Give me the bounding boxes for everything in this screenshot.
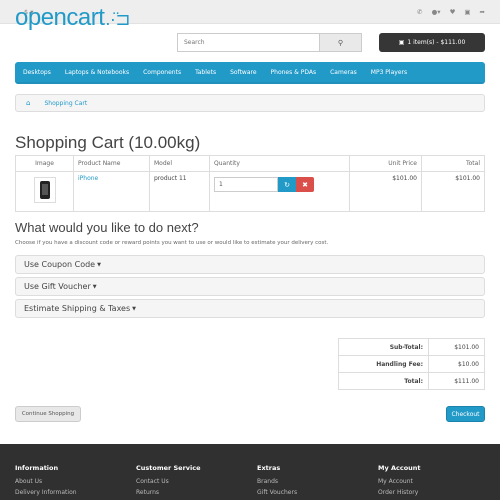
panel-title: Use Coupon Code <box>24 260 96 269</box>
total-label: Total: <box>338 372 429 390</box>
footer-link[interactable]: Delivery Information <box>15 489 77 496</box>
cart-table: Image Product Name Model Quantity Unit P… <box>15 155 485 212</box>
logo-text: opencart <box>15 4 105 31</box>
cart-button[interactable]: ▣ 1 item(s) - $111.00 <box>379 33 485 52</box>
menu-item-tablets[interactable]: Tablets <box>195 69 216 76</box>
footer-column-customer-service: Customer Service Contact Us Returns <box>136 464 201 500</box>
cart-icon[interactable]: ▣ <box>464 8 470 16</box>
cell-image <box>15 171 74 212</box>
next-steps-title: What would you like to do next? <box>15 220 199 235</box>
search-bar: ⚲ <box>177 33 362 52</box>
cell-model: product 11 <box>149 171 210 212</box>
search-icon: ⚲ <box>337 38 344 47</box>
cell-unit-price: $101.00 <box>349 171 422 212</box>
close-icon: ✖ <box>302 180 308 189</box>
cell-product-name: iPhone <box>73 171 150 212</box>
panel-title: Use Gift Voucher <box>24 282 91 291</box>
footer-link[interactable]: My Account <box>378 478 421 485</box>
table-header-row: Image Product Name Model Quantity Unit P… <box>15 155 485 172</box>
handling-fee-value: $10.00 <box>428 355 485 373</box>
footer-heading: Extras <box>257 464 281 472</box>
footer-column-extras: Extras Brands Gift Vouchers <box>257 464 297 500</box>
col-quantity: Quantity <box>209 155 350 172</box>
col-total: Total <box>421 155 485 172</box>
footer-heading: My Account <box>378 464 421 472</box>
menu-item-cameras[interactable]: Cameras <box>330 69 357 76</box>
totals-row: Total: $111.00 <box>338 372 485 390</box>
footer-link[interactable]: Contact Us <box>136 478 201 485</box>
table-row: iPhone product 11 ↻ ✖ $101.00 $101.00 <box>15 171 485 212</box>
coupon-panel-toggle[interactable]: Use Coupon Code ▼ <box>15 255 485 274</box>
cart-logo-icon: .·̈⊐ <box>105 9 130 29</box>
breadcrumb-shopping-cart[interactable]: Shopping Cart <box>44 100 87 107</box>
search-button[interactable]: ⚲ <box>319 34 361 51</box>
cell-quantity: ↻ ✖ <box>209 171 350 212</box>
subtotal-value: $101.00 <box>428 338 485 356</box>
totals-table: Sub-Total: $101.00 Handling Fee: $10.00 … <box>338 338 485 390</box>
main-menu: Desktops Laptops & Notebooks Components … <box>15 62 485 84</box>
cell-total: $101.00 <box>421 171 485 212</box>
footer-heading: Customer Service <box>136 464 201 472</box>
update-button[interactable]: ↻ <box>278 177 296 192</box>
totals-row: Sub-Total: $101.00 <box>338 338 485 356</box>
checkout-button[interactable]: Checkout <box>446 406 485 422</box>
cart-button-label: 1 item(s) - $111.00 <box>407 39 466 46</box>
quantity-group: ↻ ✖ <box>214 177 345 192</box>
panel-title: Estimate Shipping & Taxes <box>24 304 131 313</box>
user-icon[interactable]: ●▾ <box>432 8 441 16</box>
col-image: Image <box>15 155 74 172</box>
search-input[interactable] <box>178 34 319 51</box>
menu-item-phones[interactable]: Phones & PDAs <box>271 69 317 76</box>
footer-link[interactable]: Gift Vouchers <box>257 489 297 496</box>
phone-icon[interactable]: ✆ <box>417 8 422 16</box>
subtotal-label: Sub-Total: <box>338 338 429 356</box>
product-link[interactable]: iPhone <box>78 175 98 182</box>
footer-link[interactable]: Brands <box>257 478 297 485</box>
col-model: Model <box>149 155 210 172</box>
menu-item-mp3[interactable]: MP3 Players <box>371 69 407 76</box>
remove-button[interactable]: ✖ <box>296 177 314 192</box>
handling-fee-label: Handling Fee: <box>338 355 429 373</box>
menu-item-laptops[interactable]: Laptops & Notebooks <box>65 69 129 76</box>
footer: Information About Us Delivery Informatio… <box>0 444 500 500</box>
menu-item-software[interactable]: Software <box>230 69 256 76</box>
home-icon[interactable]: ⌂ <box>26 99 30 107</box>
caret-down-icon: ▼ <box>132 305 137 312</box>
total-value: $111.00 <box>428 372 485 390</box>
logo[interactable]: opencart.·̈⊐ <box>15 4 130 32</box>
shipping-panel-toggle[interactable]: Estimate Shipping & Taxes ▼ <box>15 299 485 318</box>
menu-item-desktops[interactable]: Desktops <box>23 69 51 76</box>
refresh-icon: ↻ <box>284 180 290 189</box>
caret-down-icon: ▼ <box>97 261 101 268</box>
breadcrumb: ⌂ Shopping Cart <box>15 94 485 112</box>
footer-link[interactable]: About Us <box>15 478 77 485</box>
next-steps-description: Choose if you have a discount code or re… <box>15 240 329 246</box>
footer-heading: Information <box>15 464 59 472</box>
product-thumbnail[interactable] <box>33 177 56 203</box>
menu-item-components[interactable]: Components <box>143 69 181 76</box>
heart-icon[interactable]: ♥ <box>450 8 456 16</box>
footer-link[interactable]: Order History <box>378 489 421 496</box>
quantity-input[interactable] <box>214 177 278 192</box>
footer-column-information: Information About Us Delivery Informatio… <box>15 464 77 500</box>
cart-icon: ▣ <box>398 39 405 46</box>
footer-link[interactable]: Returns <box>136 489 201 496</box>
col-product-name: Product Name <box>73 155 150 172</box>
top-links: ✆ ●▾ ♥ ▣ ➦ <box>417 8 485 16</box>
totals-row: Handling Fee: $10.00 <box>338 355 485 373</box>
page-title: Shopping Cart (10.00kg) <box>15 133 201 152</box>
footer-column-my-account: My Account My Account Order History <box>378 464 421 500</box>
voucher-panel-toggle[interactable]: Use Gift Voucher ▼ <box>15 277 485 296</box>
caret-down-icon: ▼ <box>92 283 97 290</box>
continue-shopping-button[interactable]: Continue Shopping <box>15 406 81 422</box>
col-unit-price: Unit Price <box>349 155 422 172</box>
phone-image <box>39 181 50 199</box>
share-icon[interactable]: ➦ <box>480 8 485 16</box>
